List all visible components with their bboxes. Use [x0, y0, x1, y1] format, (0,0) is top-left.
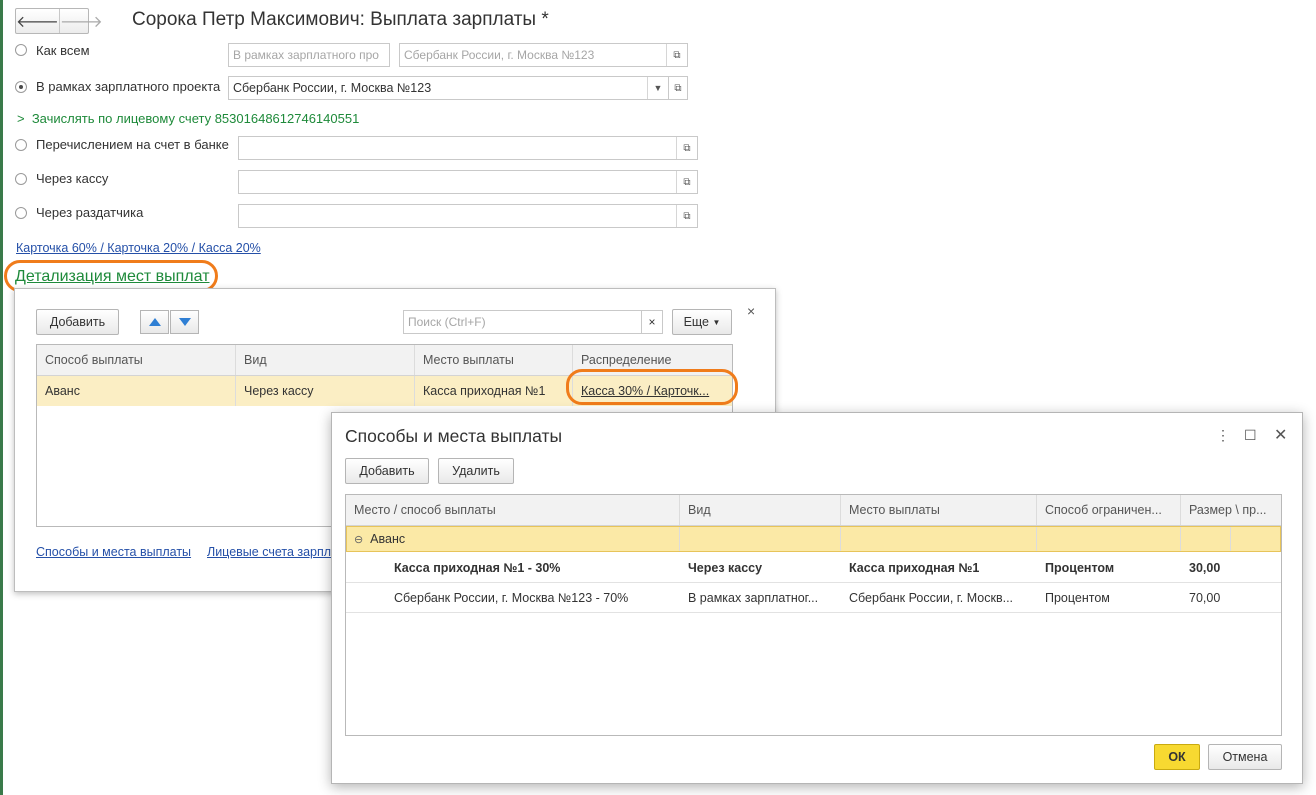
arrow-down-icon	[178, 318, 191, 326]
grid-header: Место / способ выплаты Вид Место выплаты…	[346, 495, 1281, 526]
nav-buttons: 🡐 🡒	[15, 8, 103, 34]
radio-salary-project[interactable]	[15, 81, 27, 93]
chevron-down-icon: ▼	[712, 317, 721, 327]
distribution-link[interactable]: Карточка 60% / Карточка 20% / Касса 20%	[16, 241, 261, 255]
open-icon[interactable]: ⧉	[669, 77, 687, 99]
cash-desk-field[interactable]: ⧉	[238, 170, 698, 194]
col-kind: Вид	[236, 345, 415, 375]
col-kind: Вид	[680, 495, 841, 525]
empty-cell	[1231, 526, 1281, 552]
move-up-button[interactable]	[140, 310, 169, 334]
collapse-icon[interactable]: ⊖	[354, 533, 363, 546]
radio-like-all[interactable]	[15, 44, 27, 56]
table-row[interactable]: Сбербанк России, г. Москва №123 - 70% В …	[346, 583, 1281, 613]
cell-size: 70,00	[1189, 590, 1221, 605]
like-all-project-field: В рамках зарплатного про	[228, 43, 390, 67]
col-place: Место выплаты	[415, 345, 573, 375]
radio-cash-desk[interactable]	[15, 173, 27, 185]
salary-bank-select[interactable]: Сбербанк России, г. Москва №123 ▼	[228, 76, 669, 100]
empty-cell	[1181, 526, 1231, 552]
search-input[interactable]: Поиск (Ctrl+F)	[403, 310, 642, 334]
clear-search-button[interactable]: ×	[641, 310, 663, 334]
col-place-method: Место / способ выплаты	[346, 495, 680, 525]
col-limit-method: Способ ограничен...	[1037, 495, 1181, 525]
cell-name: Сбербанк России, г. Москва №123 - 70%	[394, 590, 629, 605]
highlight-oval-distribution	[566, 369, 738, 405]
cancel-button[interactable]: Отмена	[1208, 744, 1282, 770]
chevron-right-icon: >	[17, 111, 25, 126]
maximize-icon[interactable]: ☐	[1244, 427, 1257, 444]
empty-cell	[680, 526, 841, 552]
delete-button[interactable]: Удалить	[438, 458, 514, 484]
label-cash-desk: Через кассу	[36, 171, 109, 186]
group-cell: ⊖ Аванс	[346, 526, 680, 552]
label-distributor: Через раздатчика	[36, 205, 144, 220]
cell-place: Касса приходная №1	[849, 560, 980, 575]
chevron-down-icon[interactable]: ▼	[647, 77, 668, 99]
more-label: Еще	[683, 315, 710, 329]
forward-button[interactable]: 🡒	[58, 9, 103, 33]
arrow-up-icon	[148, 318, 161, 326]
more-vertical-icon[interactable]: ⋮	[1216, 427, 1230, 444]
accounts-link[interactable]: Лицевые счета зарпл	[207, 545, 331, 559]
empty-cell	[1037, 526, 1181, 552]
close-icon[interactable]: ✕	[1274, 425, 1287, 445]
move-down-button[interactable]	[170, 310, 199, 334]
methods-grid: Место / способ выплаты Вид Место выплаты…	[345, 494, 1282, 736]
dialog-title: Способы и места выплаты	[345, 426, 563, 446]
cell-place: Касса приходная №1	[415, 376, 573, 406]
cell-limit: Процентом	[1045, 590, 1110, 605]
distributor-field[interactable]: ⧉	[238, 204, 698, 228]
open-icon[interactable]: ⧉	[676, 137, 697, 159]
col-size: Размер \ пр...	[1189, 503, 1267, 517]
page-title: Сорока Петр Максимович: Выплата зарплаты…	[132, 9, 549, 30]
col-method: Способ выплаты	[37, 345, 236, 375]
label-like-all: Как всем	[36, 43, 90, 58]
empty-cell	[841, 526, 1037, 552]
group-label: Аванс	[370, 532, 406, 546]
add-button[interactable]: Добавить	[345, 458, 429, 484]
open-icon[interactable]: ⧉	[676, 171, 697, 193]
label-salary-project: В рамках зарплатного проекта	[36, 79, 221, 94]
cell-kind: Через кассу	[688, 560, 763, 575]
group-row[interactable]: ⊖ Аванс	[346, 526, 1281, 552]
like-all-bank-field: Сбербанк России, г. Москва №123 ⧉	[399, 43, 688, 67]
cell-size: 30,00	[1189, 560, 1221, 575]
methods-link[interactable]: Способы и места выплаты	[36, 545, 191, 559]
salary-bank-open-button[interactable]: ⧉	[668, 76, 688, 100]
left-edge-line	[0, 0, 3, 795]
radio-bank-transfer[interactable]	[15, 139, 27, 151]
cell-name: Касса приходная №1 - 30%	[394, 560, 561, 575]
bank-account-field[interactable]: ⧉	[238, 136, 698, 160]
cell-place: Сбербанк России, г. Москв...	[849, 590, 1014, 605]
open-icon[interactable]: ⧉	[666, 44, 687, 66]
col-place: Место выплаты	[841, 495, 1037, 525]
cell-method: Аванс	[37, 376, 236, 406]
close-icon[interactable]: ×	[747, 303, 755, 319]
account-link[interactable]: > Зачислять по лицевому счету 8530164861…	[17, 111, 359, 126]
open-icon[interactable]: ⧉	[676, 205, 697, 227]
methods-dialog: Способы и места выплаты ⋮ ☐ ✕ Добавить У…	[331, 412, 1303, 784]
cell-kind: В рамках зарплатног...	[688, 590, 819, 605]
more-button[interactable]: Еще ▼	[672, 309, 732, 335]
label-bank-transfer: Перечислением на счет в банке	[36, 137, 229, 152]
back-button[interactable]: 🡐	[16, 9, 59, 33]
radio-distributor[interactable]	[15, 207, 27, 219]
ok-button[interactable]: ОК	[1154, 744, 1200, 770]
cell-kind: Через кассу	[236, 376, 415, 406]
account-link-text: Зачислять по лицевому счету 853016486127…	[31, 111, 360, 126]
add-button[interactable]: Добавить	[36, 309, 119, 335]
table-row[interactable]: Касса приходная №1 - 30% Через кассу Кас…	[346, 553, 1281, 583]
cell-limit: Процентом	[1045, 560, 1115, 575]
